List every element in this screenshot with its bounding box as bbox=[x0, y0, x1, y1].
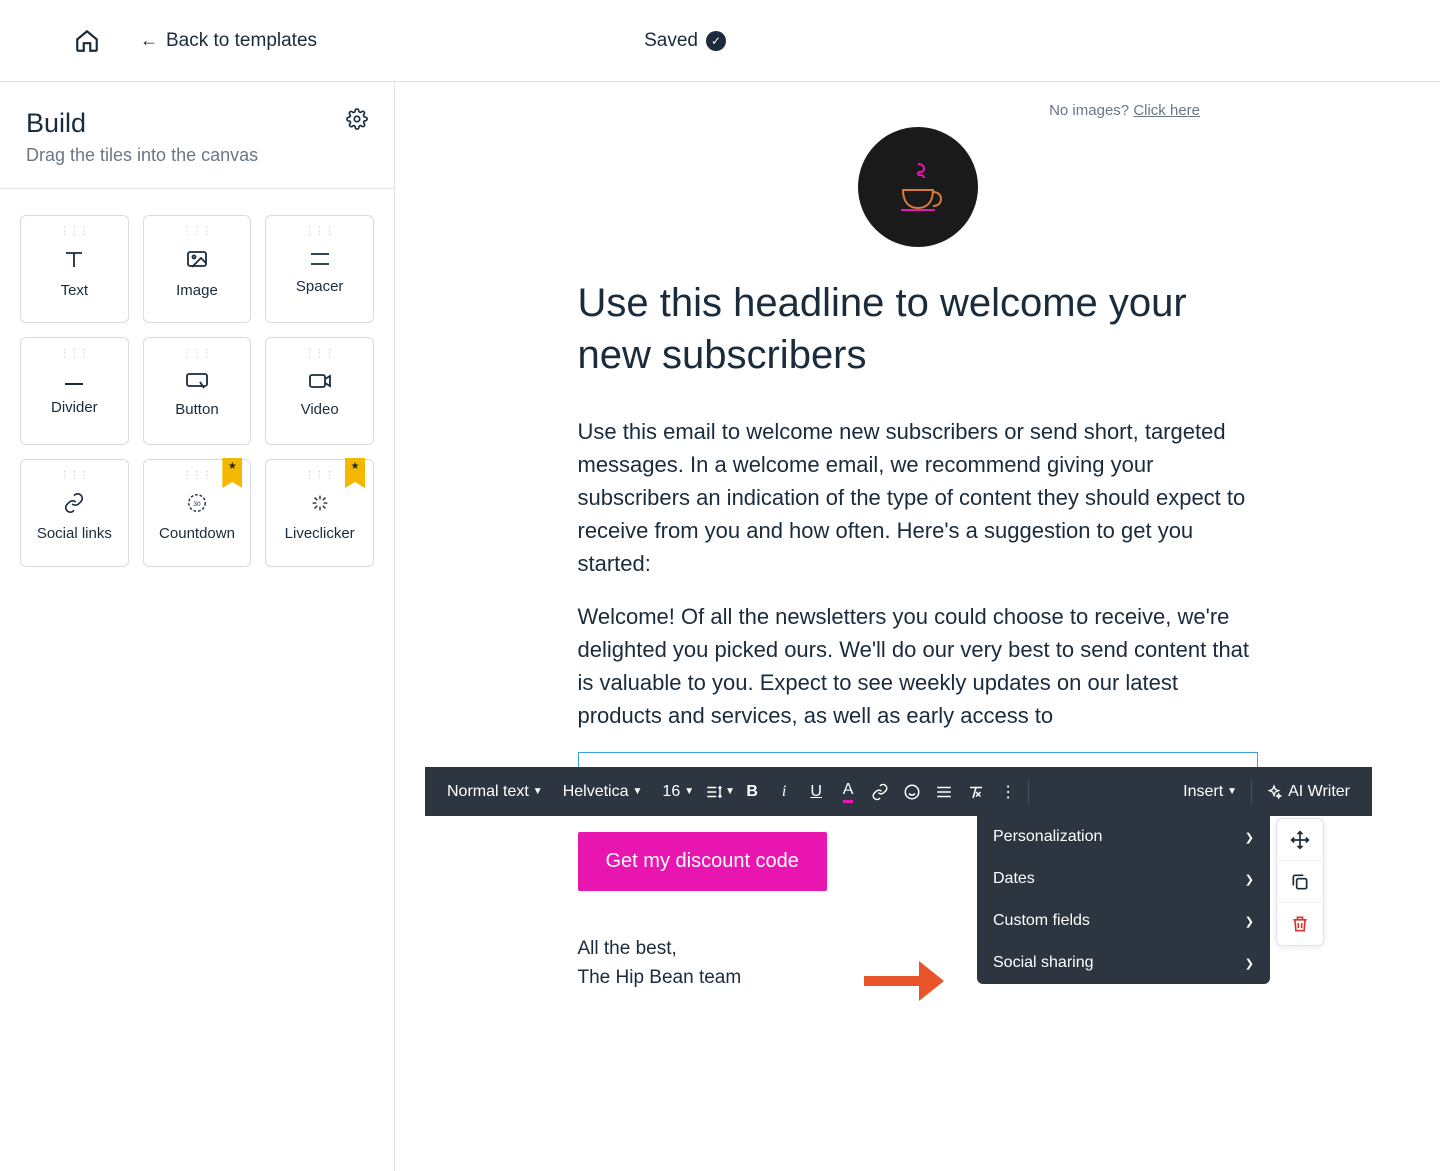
sparkle-icon bbox=[309, 492, 331, 519]
delete-icon[interactable] bbox=[1277, 903, 1323, 945]
home-icon[interactable] bbox=[74, 28, 100, 54]
tile-countdown[interactable]: ⋮⋮⋮ 30 Countdown bbox=[143, 459, 252, 567]
link-icon bbox=[63, 492, 85, 519]
tile-social-links[interactable]: ⋮⋮⋮ Social links bbox=[20, 459, 129, 567]
star-badge bbox=[222, 458, 242, 488]
grip-icon: ⋮⋮⋮ bbox=[182, 226, 212, 237]
tile-image[interactable]: ⋮⋮⋮ Image bbox=[143, 215, 252, 323]
divider-icon bbox=[62, 375, 86, 393]
back-label: Back to templates bbox=[166, 30, 317, 52]
tile-liveclicker[interactable]: ⋮⋮⋮ Liveclicker bbox=[265, 459, 374, 567]
email-paragraph-1[interactable]: Use this email to welcome new subscriber… bbox=[578, 415, 1258, 580]
spacer-icon bbox=[308, 251, 332, 272]
tile-label: Spacer bbox=[296, 278, 344, 295]
tile-spacer[interactable]: ⋮⋮⋮ Spacer bbox=[265, 215, 374, 323]
sidebar-title: Build bbox=[26, 108, 258, 139]
saved-label: Saved bbox=[644, 30, 698, 52]
arrow-left-icon: ← bbox=[140, 30, 158, 51]
bold-icon[interactable]: B bbox=[736, 783, 768, 801]
tile-label: Text bbox=[61, 282, 89, 299]
text-color-icon[interactable]: A bbox=[832, 781, 864, 803]
image-icon bbox=[185, 247, 209, 276]
video-icon bbox=[308, 372, 332, 395]
gear-icon[interactable] bbox=[346, 108, 368, 135]
grip-icon: ⋮⋮⋮ bbox=[182, 348, 212, 359]
dropdown-item-custom-fields[interactable]: Custom fields❯ bbox=[977, 900, 1270, 942]
block-actions bbox=[1276, 818, 1324, 946]
tile-label: Countdown bbox=[159, 525, 235, 542]
insert-dropdown: Personalization❯ Dates❯ Custom fields❯ S… bbox=[977, 816, 1270, 984]
check-icon: ✓ bbox=[706, 31, 726, 51]
dropdown-item-personalization[interactable]: Personalization❯ bbox=[977, 816, 1270, 858]
tile-text[interactable]: ⋮⋮⋮ Text bbox=[20, 215, 129, 323]
callout-arrow-icon bbox=[859, 946, 949, 1011]
grip-icon: ⋮⋮⋮ bbox=[305, 226, 335, 237]
grip-icon: ⋮⋮⋮ bbox=[305, 470, 335, 481]
align-icon[interactable] bbox=[928, 783, 960, 801]
saved-status: Saved ✓ bbox=[644, 30, 726, 52]
tile-divider[interactable]: ⋮⋮⋮ Divider bbox=[20, 337, 129, 445]
grip-icon: ⋮⋮⋮ bbox=[59, 348, 89, 359]
toolbar-text-style[interactable]: Normal text▼ bbox=[437, 783, 553, 801]
tile-label: Social links bbox=[37, 525, 112, 542]
dropdown-item-dates[interactable]: Dates❯ bbox=[977, 858, 1270, 900]
dropdown-item-social-sharing[interactable]: Social sharing❯ bbox=[977, 942, 1270, 984]
emoji-icon[interactable] bbox=[896, 783, 928, 801]
tile-label: Divider bbox=[51, 399, 98, 416]
no-images-link[interactable]: Click here bbox=[1133, 102, 1200, 119]
tile-video[interactable]: ⋮⋮⋮ Video bbox=[265, 337, 374, 445]
underline-icon[interactable]: U bbox=[800, 783, 832, 801]
more-icon[interactable]: ⋮ bbox=[992, 782, 1024, 802]
brand-logo bbox=[858, 127, 978, 247]
duplicate-icon[interactable] bbox=[1277, 861, 1323, 903]
grip-icon: ⋮⋮⋮ bbox=[59, 226, 89, 237]
star-badge bbox=[345, 458, 365, 488]
chevron-right-icon: ❯ bbox=[1245, 957, 1254, 970]
chevron-right-icon: ❯ bbox=[1245, 915, 1254, 928]
text-toolbar: Normal text▼ Helvetica▼ 16▼ ▼ B i U A ⋮ … bbox=[425, 767, 1372, 816]
toolbar-insert[interactable]: Insert▼ bbox=[1173, 783, 1247, 801]
toolbar-font-size[interactable]: 16▼ bbox=[652, 783, 704, 801]
button-icon bbox=[185, 372, 209, 395]
svg-text:30: 30 bbox=[193, 501, 201, 508]
line-height-icon[interactable]: ▼ bbox=[704, 783, 736, 801]
grip-icon: ⋮⋮⋮ bbox=[305, 348, 335, 359]
tile-label: Image bbox=[176, 282, 218, 299]
tile-label: Button bbox=[175, 401, 218, 418]
toolbar-ai-writer[interactable]: AI Writer bbox=[1256, 783, 1360, 801]
sidebar: Build Drag the tiles into the canvas ⋮⋮⋮… bbox=[0, 82, 395, 1171]
cta-button[interactable]: Get my discount code bbox=[578, 832, 827, 891]
italic-icon[interactable]: i bbox=[768, 783, 800, 801]
chevron-right-icon: ❯ bbox=[1245, 873, 1254, 886]
move-icon[interactable] bbox=[1277, 819, 1323, 861]
tile-label: Liveclicker bbox=[285, 525, 355, 542]
email-headline[interactable]: Use this headline to welcome your new su… bbox=[578, 277, 1258, 381]
grip-icon: ⋮⋮⋮ bbox=[182, 470, 212, 481]
back-to-templates-link[interactable]: ← Back to templates bbox=[140, 30, 317, 52]
tile-button[interactable]: ⋮⋮⋮ Button bbox=[143, 337, 252, 445]
countdown-icon: 30 bbox=[186, 492, 208, 519]
link-icon[interactable] bbox=[864, 783, 896, 801]
email-paragraph-2[interactable]: Welcome! Of all the newsletters you coul… bbox=[578, 600, 1258, 732]
chevron-right-icon: ❯ bbox=[1245, 831, 1254, 844]
tile-label: Video bbox=[301, 401, 339, 418]
no-images-hint: No images? Click here bbox=[435, 102, 1400, 119]
text-icon bbox=[62, 247, 86, 276]
clear-format-icon[interactable] bbox=[960, 783, 992, 801]
grip-icon: ⋮⋮⋮ bbox=[59, 470, 89, 481]
toolbar-font[interactable]: Helvetica▼ bbox=[553, 783, 653, 801]
sidebar-subtitle: Drag the tiles into the canvas bbox=[26, 145, 258, 166]
